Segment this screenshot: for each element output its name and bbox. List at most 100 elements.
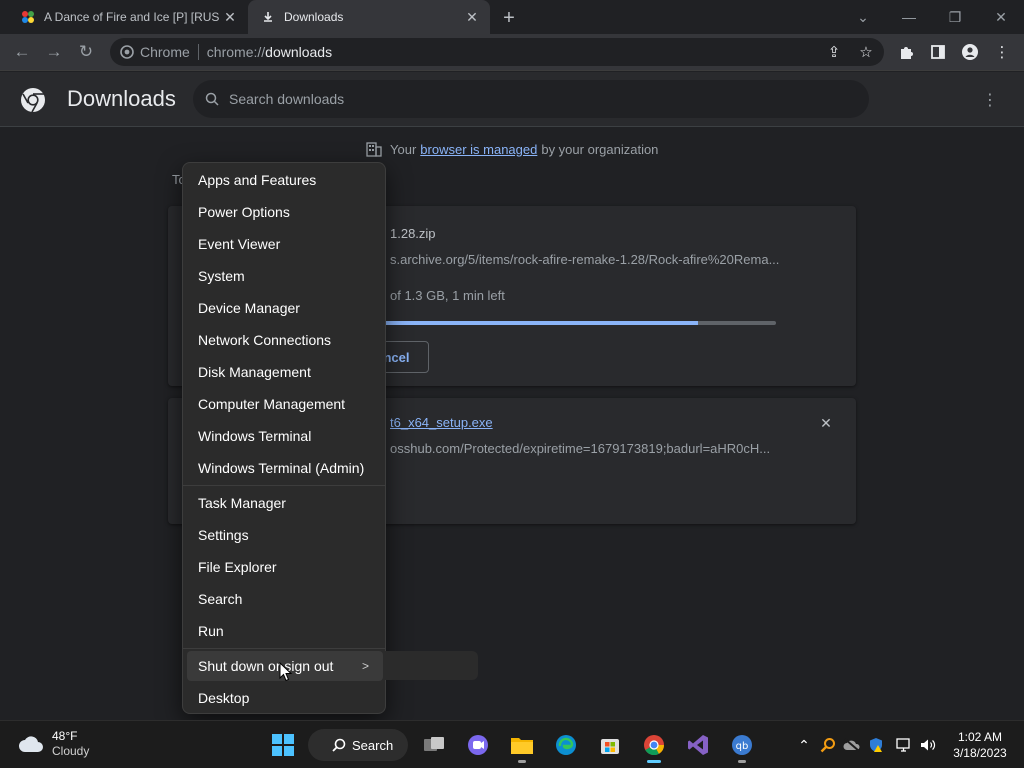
menu-item-run[interactable]: Run xyxy=(187,616,383,646)
menu-item-windows-terminal-admin[interactable]: Windows Terminal (Admin) xyxy=(187,453,383,483)
chrome-browser-icon[interactable] xyxy=(636,727,672,763)
tab-title: A Dance of Fire and Ice [P] [RUS xyxy=(44,10,220,24)
minimize-button[interactable]: — xyxy=(886,0,932,34)
menu-item-task-manager[interactable]: Task Manager xyxy=(187,488,383,518)
clock-date: 3/18/2023 xyxy=(953,746,1007,760)
tray-search-magnifier-icon[interactable] xyxy=(818,735,838,755)
building-icon xyxy=(366,141,382,157)
url-scheme: chrome:// xyxy=(206,44,266,60)
menu-item-power-options[interactable]: Power Options xyxy=(187,197,383,227)
menu-item-file-explorer[interactable]: File Explorer xyxy=(187,552,383,582)
menu-item-windows-terminal[interactable]: Windows Terminal xyxy=(187,421,383,451)
menu-item-system[interactable]: System xyxy=(187,261,383,291)
visual-studio-icon[interactable] xyxy=(680,727,716,763)
menu-separator xyxy=(183,485,385,486)
security-shield-icon[interactable] xyxy=(866,735,886,755)
tab-search-chevron-icon[interactable]: ⌄ xyxy=(840,0,886,34)
download-progress-fill xyxy=(384,321,698,325)
tab-downloads[interactable]: Downloads ✕ xyxy=(248,0,490,34)
onedrive-offline-icon[interactable] xyxy=(842,735,862,755)
qbittorrent-icon[interactable]: qb xyxy=(724,727,760,763)
managed-text-after: by your organization xyxy=(541,141,659,157)
managed-text-before: Your xyxy=(390,141,417,157)
search-icon xyxy=(332,738,346,752)
downloads-header: Downloads ⋮ xyxy=(0,72,1024,127)
clock-time: 1:02 AM xyxy=(957,730,1003,744)
weather-widget[interactable]: 48°F Cloudy xyxy=(18,729,89,759)
menu-item-device-manager[interactable]: Device Manager xyxy=(187,293,383,323)
page-title: Downloads xyxy=(67,86,176,111)
show-hidden-icons-chevron-icon[interactable]: ⌃ xyxy=(794,735,814,755)
tab-close-icon[interactable]: ✕ xyxy=(462,7,482,27)
menu-item-settings[interactable]: Settings xyxy=(187,520,383,550)
menu-item-network-connections[interactable]: Network Connections xyxy=(187,325,383,355)
side-panel-icon[interactable] xyxy=(926,40,950,64)
game-favicon-icon xyxy=(20,9,36,25)
tab-dance-of-fire[interactable]: A Dance of Fire and Ice [P] [RUS ✕ xyxy=(8,0,248,34)
reload-icon[interactable]: ↻ xyxy=(72,38,100,66)
tab-title: Downloads xyxy=(284,10,344,24)
chevron-right-icon: > xyxy=(361,659,369,673)
download-source-url[interactable]: osshub.com/Protected/expiretime=16791738… xyxy=(390,441,770,456)
file-explorer-icon[interactable] xyxy=(504,727,540,763)
tab-close-icon[interactable]: ✕ xyxy=(220,7,240,27)
restore-button[interactable]: ❐ xyxy=(932,0,978,34)
menu-item-event-viewer[interactable]: Event Viewer xyxy=(187,229,383,259)
menu-item-search[interactable]: Search xyxy=(187,584,383,614)
start-button[interactable] xyxy=(265,727,301,763)
network-icon[interactable] xyxy=(894,735,914,755)
omnibox-divider xyxy=(197,44,199,60)
chrome-menu-icon[interactable]: ⋮ xyxy=(990,40,1014,64)
remove-from-list-icon[interactable]: ✕ xyxy=(816,413,836,433)
chrome-logo-icon xyxy=(20,87,46,118)
volume-icon[interactable] xyxy=(918,735,938,755)
weather-condition: Cloudy xyxy=(52,744,90,758)
chat-icon[interactable] xyxy=(460,727,496,763)
profile-avatar-icon[interactable] xyxy=(958,40,982,64)
share-icon[interactable]: ⇪ xyxy=(822,40,846,64)
search-downloads-input[interactable] xyxy=(229,91,829,107)
search-label: Search xyxy=(352,737,394,753)
download-source-url[interactable]: s.archive.org/5/items/rock-afire-remake-… xyxy=(390,252,779,267)
downloads-search-box[interactable] xyxy=(193,80,869,118)
weather-temperature: 48°F xyxy=(52,729,78,743)
download-status: of 1.3 GB, 1 min left xyxy=(390,288,505,303)
extensions-puzzle-icon[interactable] xyxy=(894,40,918,64)
menu-item-computer-management[interactable]: Computer Management xyxy=(187,389,383,419)
mouse-cursor-icon xyxy=(279,662,293,682)
forward-arrow-icon[interactable]: → xyxy=(40,38,68,66)
close-window-button[interactable]: ✕ xyxy=(978,0,1024,34)
shutdown-submenu-flyout xyxy=(385,651,478,680)
menu-item-desktop[interactable]: Desktop xyxy=(187,683,383,713)
download-file-name[interactable]: 1.28.zip xyxy=(390,226,436,241)
address-bar[interactable]: Chrome chrome:// downloads xyxy=(110,38,884,66)
more-actions-icon[interactable]: ⋮ xyxy=(978,88,1002,112)
cloud-icon xyxy=(18,735,44,753)
search-icon xyxy=(205,92,219,106)
menu-item-label: Shut down or sign out xyxy=(198,658,334,674)
running-indicator xyxy=(647,760,661,763)
download-progress-bar xyxy=(384,321,776,325)
menu-item-apps-and-features[interactable]: Apps and Features xyxy=(187,165,383,195)
back-arrow-icon[interactable]: ← xyxy=(8,38,36,66)
managed-notice: Your browser is managed by your organiza… xyxy=(366,140,658,158)
microsoft-store-icon[interactable] xyxy=(592,727,628,763)
edge-browser-icon[interactable] xyxy=(548,727,584,763)
site-label: Chrome xyxy=(140,44,190,60)
bookmark-star-icon[interactable]: ☆ xyxy=(854,40,878,64)
download-favicon-icon xyxy=(260,9,276,25)
running-indicator xyxy=(738,760,746,763)
menu-item-disk-management[interactable]: Disk Management xyxy=(187,357,383,387)
tab-strip: A Dance of Fire and Ice [P] [RUS ✕ Downl… xyxy=(0,0,1024,34)
task-view-icon[interactable] xyxy=(416,727,452,763)
browser-managed-link[interactable]: browser is managed xyxy=(420,142,537,157)
running-indicator xyxy=(518,760,526,763)
taskbar-search-button[interactable]: Search xyxy=(308,729,408,761)
browser-toolbar: ← → ↻ Chrome chrome:// downloads ⇪ ☆ ⋮ xyxy=(0,34,1024,71)
new-tab-button[interactable]: + xyxy=(498,7,520,29)
chrome-logo-icon xyxy=(120,45,134,59)
menu-separator xyxy=(183,648,385,649)
windows-logo-icon xyxy=(272,734,294,756)
taskbar-clock[interactable]: 1:02 AM 3/18/2023 xyxy=(948,729,1012,761)
download-file-name[interactable]: t6_x64_setup.exe xyxy=(390,415,493,430)
